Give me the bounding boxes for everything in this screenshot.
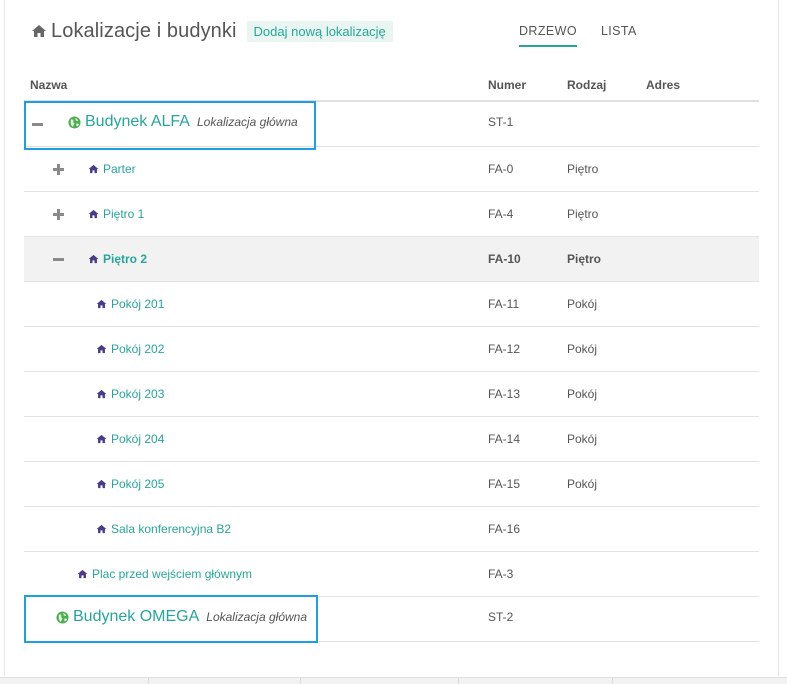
- table-row[interactable]: Parter FA-0 Piętro: [24, 147, 759, 192]
- column-header-name[interactable]: Nazwa: [30, 78, 67, 92]
- column-header-kind[interactable]: Rodzaj: [567, 78, 606, 92]
- name-cell: Pokój 201: [96, 282, 164, 326]
- table-row[interactable]: Budynek ALFA Lokalizacja główna ST-1: [24, 102, 759, 147]
- collapse-icon[interactable]: [30, 102, 44, 146]
- home-icon: [96, 299, 107, 309]
- home-icon: [96, 524, 107, 534]
- globe-icon: [56, 610, 69, 624]
- home-icon: [32, 25, 46, 37]
- kind-cell: Piętro: [567, 162, 599, 176]
- location-link[interactable]: Budynek ALFA: [85, 113, 190, 131]
- location-link[interactable]: Parter: [103, 162, 136, 176]
- table-row[interactable]: Pokój 202 FA-12 Pokój: [24, 327, 759, 372]
- location-link[interactable]: Sala konferencyjna B2: [111, 522, 231, 536]
- location-link[interactable]: Pokój 205: [111, 477, 164, 491]
- location-link[interactable]: Pokój 201: [111, 297, 164, 311]
- location-link[interactable]: Pokój 203: [111, 387, 164, 401]
- name-cell: Pokój 203: [96, 372, 164, 416]
- globe-icon: [68, 115, 81, 129]
- home-icon: [88, 164, 99, 174]
- number-cell: FA-10: [488, 252, 521, 266]
- tab-tree[interactable]: DRZEWO: [519, 24, 577, 47]
- location-link[interactable]: Budynek OMEGA: [73, 608, 199, 626]
- home-icon: [88, 209, 99, 219]
- table-row[interactable]: Pokój 205 FA-15 Pokój: [24, 462, 759, 507]
- page-title: Lokalizacje i budynki: [51, 19, 237, 42]
- table-row[interactable]: Budynek OMEGA Lokalizacja główna ST-2: [24, 597, 759, 642]
- name-cell: Piętro 1: [88, 192, 144, 236]
- number-cell: FA-14: [488, 432, 521, 446]
- name-cell: Parter: [88, 147, 136, 191]
- name-cell: Pokój 204: [96, 417, 164, 461]
- column-header-number[interactable]: Numer: [488, 78, 526, 92]
- name-cell: Pokój 202: [96, 327, 164, 371]
- number-cell: FA-4: [488, 207, 514, 221]
- location-link[interactable]: Pokój 204: [111, 432, 164, 446]
- collapse-icon[interactable]: [51, 237, 65, 281]
- kind-cell: Piętro: [567, 207, 599, 221]
- column-header-address[interactable]: Adres: [646, 78, 680, 92]
- page-header: Lokalizacje i budynki Dodaj nową lokaliz…: [31, 16, 393, 46]
- location-link[interactable]: Piętro 1: [103, 207, 144, 221]
- number-cell: FA-15: [488, 477, 521, 491]
- location-link[interactable]: Plac przed wejściem głównym: [92, 567, 252, 581]
- number-cell: FA-11: [488, 297, 520, 311]
- table-row[interactable]: Piętro 2 FA-10 Piętro: [24, 237, 759, 282]
- name-cell: Budynek OMEGA Lokalizacja główna: [56, 597, 307, 637]
- table-row[interactable]: Piętro 1 FA-4 Piętro: [24, 192, 759, 237]
- number-cell: FA-16: [488, 522, 521, 536]
- name-cell: Sala konferencyjna B2: [96, 507, 231, 551]
- home-icon: [88, 254, 99, 264]
- kind-cell: Piętro: [567, 252, 602, 266]
- main-location-label: Lokalizacja główna: [196, 115, 298, 129]
- kind-cell: Pokój: [567, 477, 598, 491]
- number-cell: FA-12: [488, 342, 521, 356]
- table-row[interactable]: Pokój 204 FA-14 Pokój: [24, 417, 759, 462]
- number-cell: FA-13: [488, 387, 521, 401]
- tab-list[interactable]: LISTA: [601, 24, 637, 47]
- name-cell: Plac przed wejściem głównym: [77, 552, 252, 596]
- location-tree-table: Budynek ALFA Lokalizacja główna ST-1 Parter…: [24, 102, 759, 642]
- table-row[interactable]: Pokój 201 FA-11 Pokój: [24, 282, 759, 327]
- table-row[interactable]: Sala konferencyjna B2 FA-16: [24, 507, 759, 552]
- number-cell: FA-0: [488, 162, 514, 176]
- name-cell: Pokój 205: [96, 462, 164, 506]
- location-link[interactable]: Pokój 202: [111, 342, 164, 356]
- home-icon: [96, 344, 107, 354]
- number-cell: FA-3: [488, 567, 514, 581]
- table-row[interactable]: Plac przed wejściem głównym FA-3: [24, 552, 759, 597]
- number-cell: ST-1: [488, 115, 514, 129]
- view-tabs: DRZEWO LISTA: [519, 24, 661, 47]
- name-cell: Piętro 2: [88, 237, 147, 281]
- home-icon: [77, 569, 88, 579]
- expand-icon[interactable]: [51, 192, 65, 236]
- kind-cell: Pokój: [567, 342, 598, 356]
- kind-cell: Pokój: [567, 387, 598, 401]
- kind-cell: Pokój: [567, 297, 598, 311]
- table-row[interactable]: Pokój 203 FA-13 Pokój: [24, 372, 759, 417]
- home-icon: [96, 479, 107, 489]
- number-cell: ST-2: [488, 610, 514, 624]
- add-location-button[interactable]: Dodaj nową lokalizację: [246, 20, 393, 42]
- main-location-label: Lokalizacja główna: [206, 610, 308, 624]
- home-icon: [96, 434, 107, 444]
- kind-cell: Pokój: [567, 432, 598, 446]
- name-cell: Budynek ALFA Lokalizacja główna: [68, 102, 298, 142]
- expand-icon[interactable]: [51, 147, 65, 191]
- location-link[interactable]: Piętro 2: [103, 252, 147, 266]
- home-icon: [96, 389, 107, 399]
